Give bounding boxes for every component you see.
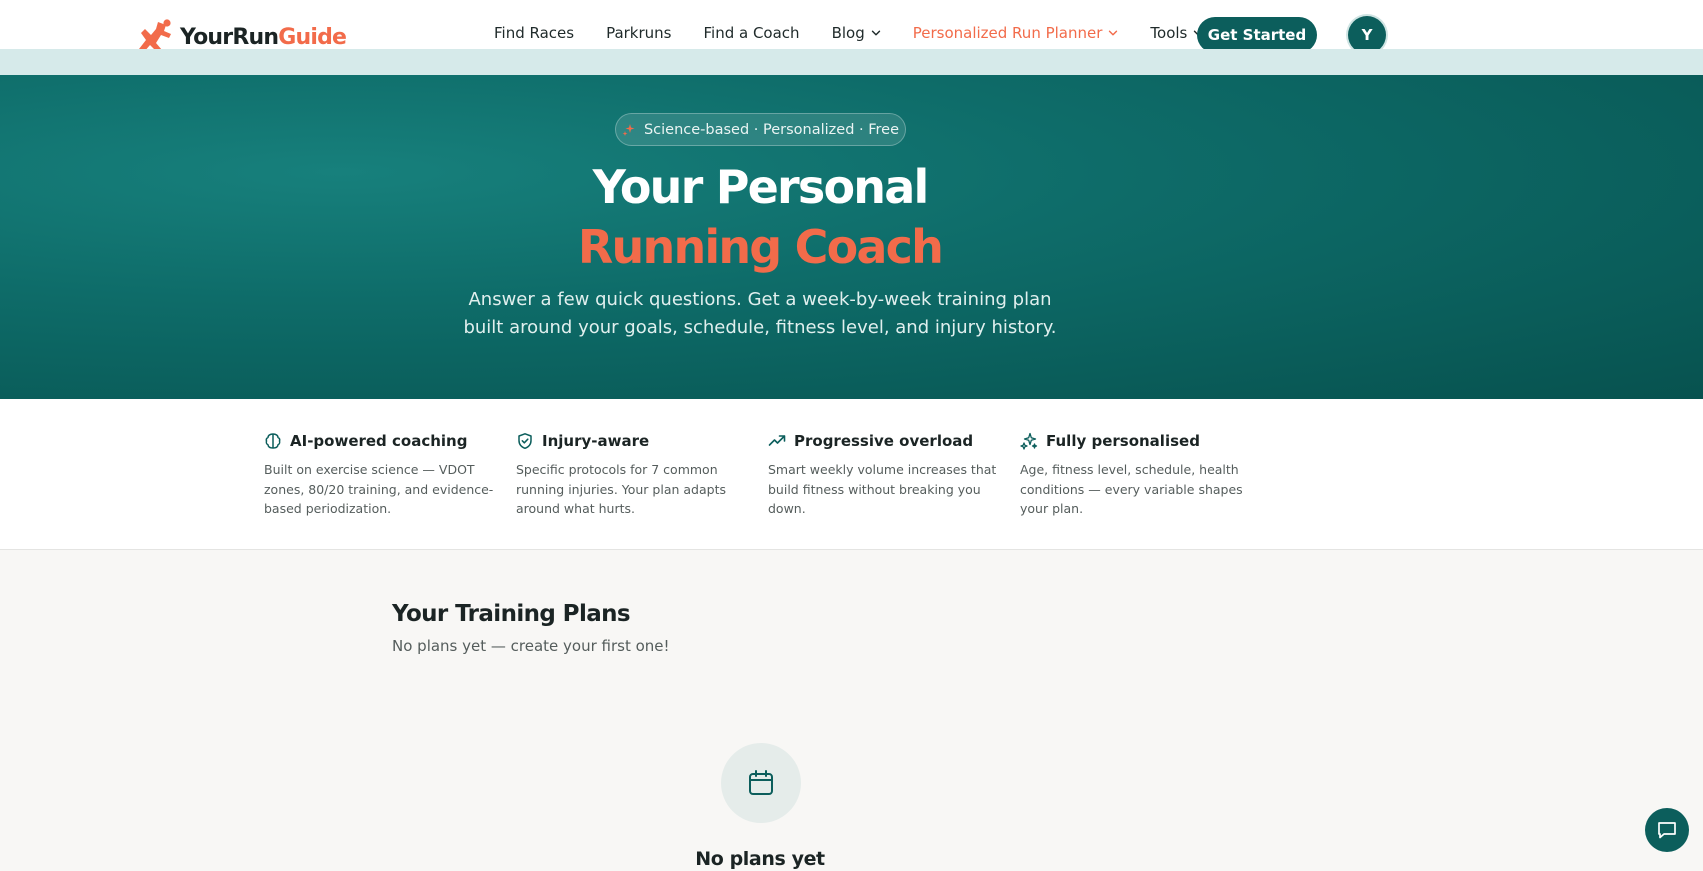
- feature-description: Built on exercise science — VDOT zones, …: [264, 462, 494, 516]
- site-header: YourRunGuide Find Races Parkruns Find a …: [0, 0, 1703, 54]
- sparkles-icon: [622, 123, 635, 136]
- logo-text-yourrun: YourRun: [180, 24, 279, 50]
- feature-heading: AI-powered coaching: [264, 432, 496, 450]
- hero-title-line2: Running Coach: [577, 220, 944, 274]
- feature-ai-coaching: AI-powered coaching Built on exercise sc…: [264, 432, 496, 519]
- feature-title: AI-powered coaching: [290, 432, 468, 450]
- empty-state-badge: [721, 743, 801, 823]
- feature-heading: Progressive overload: [768, 432, 1000, 450]
- feature-title: Injury-aware: [542, 432, 650, 450]
- chat-button[interactable]: [1645, 808, 1689, 852]
- nav-find-races-label: Find Races: [494, 24, 575, 42]
- chevron-down-icon: [1109, 30, 1118, 36]
- feature-description: Smart weekly volume increases that build…: [768, 462, 997, 516]
- logo-text: YourRunGuide: [180, 24, 347, 50]
- nav-tools[interactable]: Tools: [1150, 24, 1203, 42]
- feature-fully-personalised: Fully personalised Age, fitness level, s…: [1020, 432, 1252, 519]
- hero-section: Science-based · Personalized · Free Your…: [0, 75, 1703, 399]
- get-started-button[interactable]: Get Started: [1197, 17, 1317, 53]
- nav-personalized-run-planner[interactable]: Personalized Run Planner: [913, 24, 1119, 42]
- logo-text-guide: Guide: [278, 24, 347, 50]
- feature-injury-aware: Injury-aware Specific protocols for 7 co…: [516, 432, 748, 519]
- nav-personalized-run-planner-label: Personalized Run Planner: [912, 24, 1103, 42]
- feature-title: Progressive overload: [794, 432, 974, 450]
- hero-title-line1: Your Personal: [592, 160, 930, 214]
- nav-blog-label: Blog: [831, 24, 865, 42]
- empty-state-title: No plans yet: [695, 848, 825, 870]
- features-section: AI-powered coaching Built on exercise sc…: [0, 399, 1703, 550]
- training-plans-subtitle: No plans yet — create your first one!: [392, 637, 670, 655]
- trending-up-icon: [768, 435, 786, 446]
- nav-find-races[interactable]: Find Races: [494, 24, 574, 42]
- nav-parkruns[interactable]: Parkruns: [606, 24, 671, 42]
- hero-badge: Science-based · Personalized · Free: [615, 113, 906, 146]
- brain-icon: [265, 433, 281, 449]
- feature-progressive-overload: Progressive overload Smart weekly volume…: [768, 432, 1000, 519]
- feature-heading: Fully personalised: [1020, 432, 1252, 450]
- sparkles-icon: [1020, 432, 1038, 450]
- nav-blog[interactable]: Blog: [832, 24, 881, 42]
- chat-bubble-icon: [1658, 822, 1676, 839]
- feature-description: Specific protocols for 7 common running …: [516, 462, 726, 516]
- hero-badge-text: Science-based · Personalized · Free: [643, 121, 900, 138]
- training-plans-title: Your Training Plans: [392, 601, 631, 627]
- calendar-icon: [749, 770, 773, 795]
- feature-title: Fully personalised: [1046, 432, 1200, 450]
- nav-find-a-coach-label: Find a Coach: [703, 24, 800, 42]
- feature-description: Age, fitness level, schedule, health con…: [1020, 462, 1243, 516]
- main-nav: Find Races Parkruns Find a Coach Blog Pe…: [494, 24, 1203, 42]
- header-divider-strip: [0, 49, 1703, 75]
- chevron-down-icon: [871, 30, 880, 36]
- nav-find-a-coach[interactable]: Find a Coach: [704, 24, 800, 42]
- feature-heading: Injury-aware: [516, 432, 748, 450]
- nav-tools-label: Tools: [1150, 24, 1188, 42]
- nav-parkruns-label: Parkruns: [606, 24, 672, 42]
- shield-check-icon: [518, 433, 532, 450]
- hero-subtitle: Answer a few quick questions. Get a week…: [463, 289, 1057, 338]
